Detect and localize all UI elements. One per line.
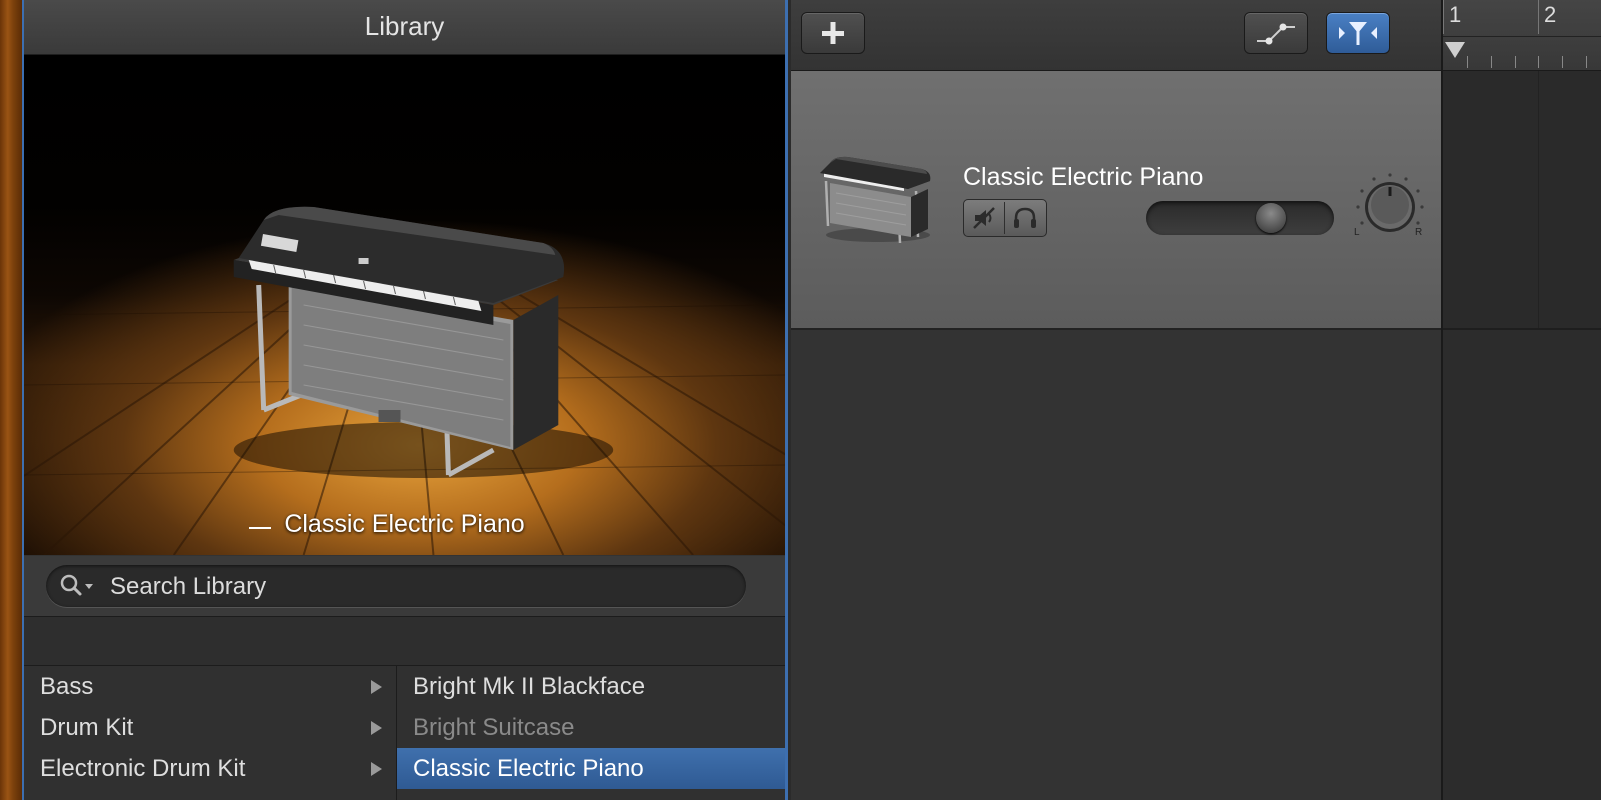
ruler-divider: [1443, 36, 1601, 37]
automation-icon: [1257, 23, 1295, 45]
pan-left-label: L: [1354, 227, 1360, 238]
plus-icon: [822, 22, 844, 44]
bar-grid-line: [1538, 71, 1539, 328]
bar-line: [1538, 0, 1539, 34]
beat-tick: [1538, 56, 1539, 68]
patch-item-classic-electric-piano[interactable]: Classic Electric Piano: [397, 748, 785, 789]
search-bar: [24, 556, 785, 617]
tracks-area: Classic Electric Piano L R: [791, 0, 1441, 800]
category-list: Bass Drum Kit Electronic Drum Kit: [24, 666, 397, 800]
ruler[interactable]: 1 2: [1443, 0, 1601, 71]
bar-number-2: 2: [1544, 2, 1557, 27]
browser-header-band: [24, 617, 785, 666]
beat-tick: [1562, 56, 1563, 68]
patch-label: Bright Suitcase: [413, 714, 575, 741]
category-label: Drum Kit: [40, 714, 134, 741]
pan-right-label: R: [1415, 227, 1423, 238]
headphones-icon: [1014, 207, 1036, 228]
solo-button[interactable]: [1005, 200, 1045, 236]
track-lane[interactable]: [1443, 71, 1601, 330]
mute-button[interactable]: [964, 200, 1004, 236]
category-label: Electronic Drum Kit: [40, 755, 246, 782]
mute-solo-group: [963, 199, 1047, 237]
volume-slider[interactable]: [1146, 201, 1334, 235]
beat-tick: [1491, 56, 1492, 68]
disclosure-arrow-icon: [371, 721, 382, 735]
library-panel: Library Classic Electric Piano Search Li…: [22, 0, 788, 800]
library-title: Library: [24, 0, 785, 55]
bar-line: [1443, 0, 1444, 34]
beat-tick: [1467, 56, 1468, 68]
timeline: 1 2: [1441, 0, 1601, 800]
patch-item-bright-mk-ii-blackface[interactable]: Bright Mk II Blackface: [397, 666, 785, 707]
instrument-preview: Classic Electric Piano: [24, 55, 785, 555]
volume-slider-handle[interactable]: [1256, 203, 1286, 233]
search-icon[interactable]: [60, 574, 96, 598]
add-track-button[interactable]: [801, 12, 865, 54]
mute-icon: [973, 207, 995, 229]
disclosure-arrow-icon: [371, 680, 382, 694]
search-input[interactable]: [108, 565, 732, 609]
patch-list: Bright Mk II Blackface Bright Suitcase C…: [397, 666, 785, 800]
smart-controls-button[interactable]: [1326, 12, 1390, 54]
automation-button[interactable]: [1244, 12, 1308, 54]
patch-item-bright-suitcase[interactable]: Bright Suitcase: [397, 707, 785, 748]
track-name[interactable]: Classic Electric Piano: [963, 163, 1203, 192]
wood-edge-decoration: [0, 0, 22, 800]
category-label: Bass: [40, 673, 94, 700]
playhead[interactable]: [1445, 42, 1465, 58]
smart-controls-icon: [1339, 22, 1377, 45]
search-field[interactable]: [46, 565, 746, 609]
track-header[interactable]: Classic Electric Piano L R: [791, 71, 1441, 330]
patch-label: Classic Electric Piano: [413, 755, 644, 782]
preview-caption: Classic Electric Piano: [284, 510, 525, 538]
beat-tick: [1586, 56, 1587, 68]
beat-tick: [1515, 56, 1516, 68]
category-item-bass[interactable]: Bass: [24, 666, 396, 707]
electric-piano-image: [233, 206, 614, 478]
tracks-toolbar: [791, 0, 1441, 71]
bar-number-1: 1: [1449, 2, 1462, 27]
track-instrument-icon: [820, 156, 931, 244]
disclosure-arrow-icon: [371, 762, 382, 776]
category-item-drum-kit[interactable]: Drum Kit: [24, 707, 396, 748]
category-item-electronic-drum-kit[interactable]: Electronic Drum Kit: [24, 748, 396, 789]
patch-label: Bright Mk II Blackface: [413, 673, 646, 700]
